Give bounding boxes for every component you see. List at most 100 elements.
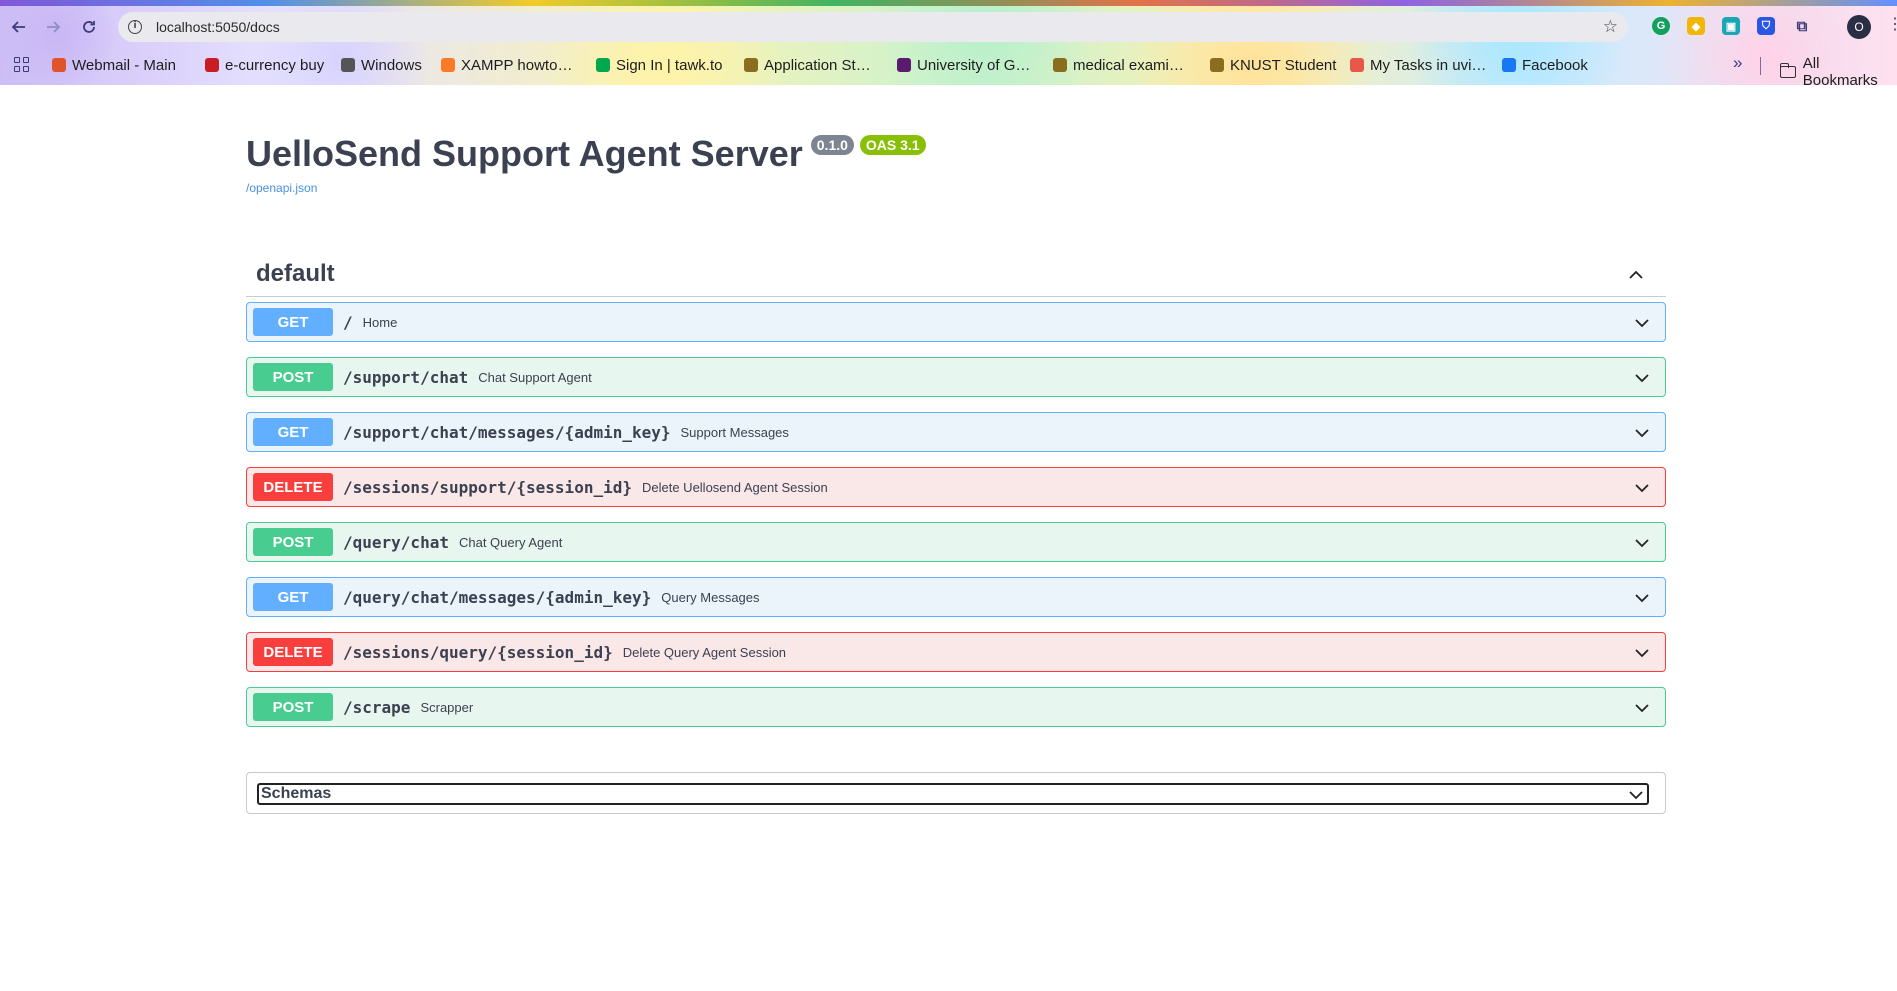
- chevron-down-icon[interactable]: [1633, 699, 1651, 717]
- endpoint-summary: Chat Support Agent: [478, 369, 592, 385]
- endpoint-path: /query/chat/messages/{admin_key}: [343, 587, 652, 607]
- bookmark-item[interactable]: Webmail - Main: [52, 55, 176, 75]
- more-bookmarks-chevron-icon[interactable]: »: [1733, 53, 1742, 73]
- notes-extension-icon[interactable]: ◆: [1687, 17, 1705, 35]
- tasks-icon: [1350, 58, 1364, 72]
- swagger-page: UelloSend Support Agent Server 0.1.0 OAS…: [0, 85, 1897, 991]
- endpoint-summary: Support Messages: [680, 424, 789, 440]
- operation-row-delete[interactable]: DELETE/sessions/support/{session_id} Dele…: [246, 467, 1666, 507]
- back-arrow-icon: [11, 21, 25, 33]
- bookmark-label: KNUST Student: [1230, 56, 1337, 74]
- bookmark-item[interactable]: Application St…: [744, 55, 871, 75]
- bookmark-item[interactable]: e-currency buy: [205, 55, 324, 75]
- bookmark-label: XAMPP howto…: [461, 56, 573, 74]
- endpoint-path: /query/chat: [343, 532, 449, 552]
- endpoint-path: /support/chat/messages/{admin_key}: [343, 422, 671, 442]
- endpoint-path: /sessions/support/{session_id}: [343, 477, 632, 497]
- bookmark-label: My Tasks in uvi…: [1370, 56, 1487, 74]
- operation-row-get[interactable]: GET/support/chat/messages/{admin_key} Sup…: [246, 412, 1666, 452]
- section-default-header[interactable]: default: [246, 251, 1666, 297]
- bookmark-label: medical exami…: [1073, 56, 1184, 74]
- oas-badge: OAS 3.1: [859, 135, 926, 155]
- bookmark-item[interactable]: Windows: [341, 55, 422, 75]
- operation-row-post[interactable]: POST/scrape Scrapper: [246, 687, 1666, 727]
- operation-row-delete[interactable]: DELETE/sessions/query/{session_id} Delete…: [246, 632, 1666, 672]
- bookmark-item[interactable]: My Tasks in uvi…: [1350, 55, 1486, 75]
- endpoint-summary: Chat Query Agent: [458, 534, 563, 550]
- reload-icon: [83, 21, 95, 33]
- z-icon: [205, 58, 219, 72]
- chevron-down-icon[interactable]: [1633, 314, 1651, 332]
- endpoint-path: /scrape: [343, 697, 411, 717]
- page-title: UelloSend Support Agent Server: [246, 133, 803, 174]
- schemas-section: Schemas: [246, 772, 1666, 814]
- bookmark-star-icon[interactable]: ☆: [1603, 17, 1618, 37]
- operation-row-get[interactable]: GET/query/chat/messages/{admin_key} Query…: [246, 577, 1666, 617]
- chevron-down-icon[interactable]: [1633, 589, 1651, 607]
- endpoint-summary: Query Messages: [661, 589, 760, 605]
- bookmark-item[interactable]: medical exami…: [1053, 55, 1184, 75]
- bookmark-item[interactable]: KNUST Student: [1210, 55, 1336, 75]
- crest-icon: [1053, 58, 1067, 72]
- all-bookmarks-label: All Bookmarks: [1802, 55, 1878, 89]
- chevron-down-icon[interactable]: [1633, 479, 1651, 497]
- endpoint-path: /sessions/query/{session_id}: [343, 642, 613, 662]
- bookmark-label: Application St…: [764, 56, 871, 74]
- bookmark-item[interactable]: University of G…: [897, 55, 1030, 75]
- operation-row-post[interactable]: POST/support/chat Chat Support Agent: [246, 357, 1666, 397]
- all-bookmarks-button[interactable]: All Bookmarks: [1779, 55, 1897, 89]
- http-method-badge: GET: [253, 308, 333, 336]
- apps-grid-icon[interactable]: [14, 57, 30, 73]
- browser-chrome: i localhost:5050/docs ☆ G ◆ ▣ ⛉ ⧉ O ⋮ We…: [0, 0, 1897, 89]
- crest-icon: [1210, 58, 1224, 72]
- profile-avatar[interactable]: O: [1847, 15, 1871, 39]
- site-info-icon[interactable]: i: [128, 20, 142, 34]
- bookmark-item[interactable]: XAMPP howto…: [441, 55, 572, 75]
- endpoint-summary: Delete Query Agent Session: [622, 644, 787, 660]
- http-method-badge: POST: [253, 363, 333, 391]
- globe-icon: [341, 58, 355, 72]
- bookmark-label: Facebook: [1522, 56, 1588, 74]
- chevron-down-icon[interactable]: [1633, 369, 1651, 387]
- http-method-badge: POST: [253, 528, 333, 556]
- chevron-up-icon[interactable]: [1628, 267, 1644, 283]
- api-info-header: UelloSend Support Agent Server 0.1.0 OAS…: [246, 133, 926, 175]
- bookmark-label: Windows: [361, 56, 422, 74]
- bookmark-item[interactable]: Facebook: [1502, 55, 1588, 75]
- facebook-icon: [1502, 58, 1516, 72]
- chevron-down-icon[interactable]: [1633, 644, 1651, 662]
- operation-row-get[interactable]: GET / Home: [246, 302, 1666, 342]
- endpoint-summary: Home: [362, 314, 398, 330]
- bookmark-label: Sign In | tawk.to: [616, 56, 723, 74]
- schemas-toggle-button[interactable]: Schemas: [257, 783, 1649, 805]
- crest-icon: [744, 58, 758, 72]
- endpoint-summary: Delete Uellosend Agent Session: [641, 479, 828, 495]
- extensions-puzzle-icon[interactable]: ⧉: [1793, 17, 1811, 35]
- chevron-down-icon[interactable]: [1633, 534, 1651, 552]
- endpoint-path: /: [343, 312, 353, 332]
- openapi-json-link[interactable]: /openapi.json: [246, 181, 317, 195]
- shield-extension-icon[interactable]: ⛉: [1757, 17, 1775, 35]
- bookmark-item[interactable]: Sign In | tawk.to: [596, 55, 722, 75]
- endpoint-summary: Scrapper: [420, 699, 474, 715]
- webmail-icon: [52, 58, 66, 72]
- chevron-down-icon: [1629, 791, 1643, 800]
- bookmark-label: University of G…: [917, 56, 1031, 74]
- forward-button[interactable]: [42, 16, 64, 38]
- tab-strip: [0, 0, 1897, 6]
- bookmarks-separator: [1760, 57, 1761, 75]
- url-text[interactable]: localhost:5050/docs: [156, 19, 280, 35]
- http-method-badge: GET: [253, 583, 333, 611]
- browser-menu-icon[interactable]: ⋮: [1887, 14, 1897, 34]
- address-bar[interactable]: i localhost:5050/docs ☆: [118, 12, 1628, 42]
- xampp-icon: [441, 58, 455, 72]
- reload-button[interactable]: [78, 16, 100, 38]
- http-method-badge: POST: [253, 693, 333, 721]
- back-button[interactable]: [8, 16, 30, 38]
- section-title: default: [256, 259, 335, 287]
- http-method-badge: GET: [253, 418, 333, 446]
- screen-extension-icon[interactable]: ▣: [1722, 17, 1740, 35]
- chevron-down-icon[interactable]: [1633, 424, 1651, 442]
- grammarly-extension-icon[interactable]: G: [1652, 17, 1670, 35]
- operation-row-post[interactable]: POST/query/chat Chat Query Agent: [246, 522, 1666, 562]
